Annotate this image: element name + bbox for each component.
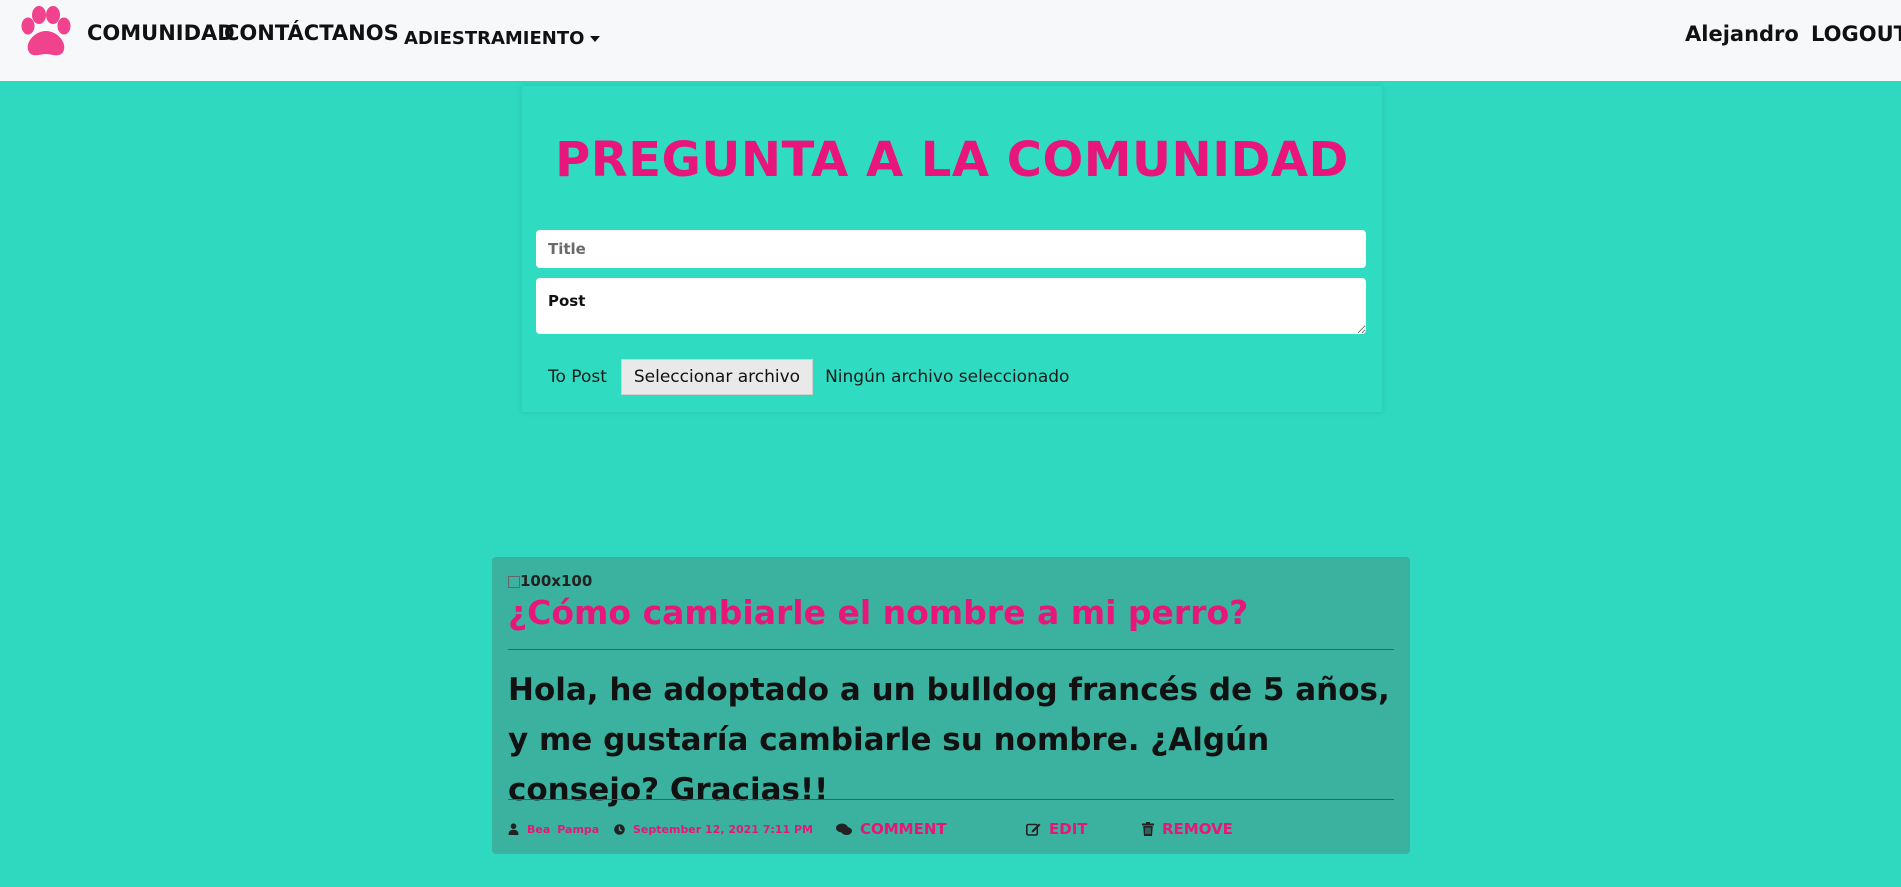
post-body: Hola, he adoptado a un bulldog francés d… [508,672,1390,808]
divider [508,799,1394,800]
file-status: Ningún archivo seleccionado [825,367,1070,387]
divider [508,649,1394,650]
nav-contactanos[interactable]: CONTÁCTANOS [224,21,399,45]
title-input[interactable] [536,230,1366,268]
post-date: September 12, 2021 7:11 PM [614,819,813,839]
form-heading: PREGUNTA A LA COMUNIDAD [555,132,1349,188]
navbar: COMUNIDAD CONTÁCTANOS ADIESTRAMIENTO Ale… [0,0,1901,81]
post-image-alt: 100x100 [520,572,593,590]
clock-icon [614,823,625,835]
post-author: Bea Pampa [508,819,599,839]
comment-button[interactable]: COMMENT [836,819,947,839]
question-form: PREGUNTA A LA COMUNIDAD To Post Seleccio… [522,86,1382,412]
edit-label: EDIT [1049,820,1088,838]
remove-button[interactable]: REMOVE [1142,819,1233,839]
post-date-text: September 12, 2021 7:11 PM [633,822,813,836]
comment-label: COMMENT [860,820,947,838]
user-icon [508,823,519,835]
nav-comunidad[interactable]: COMUNIDAD [87,21,235,45]
trash-icon [1142,822,1154,836]
post-image: 100x100 [508,572,592,590]
post-card: 100x100 ¿Cómo cambiarle el nombre a mi p… [492,557,1410,854]
broken-image-icon [508,575,520,588]
post-title[interactable]: ¿Cómo cambiarle el nombre a mi perro? [508,593,1248,632]
remove-label: REMOVE [1162,820,1233,838]
edit-icon [1026,822,1041,836]
author-first-name: Bea [527,822,551,836]
chevron-down-icon [590,36,601,42]
comments-icon [836,823,852,836]
paw-logo-icon[interactable] [18,4,74,60]
logout-link[interactable]: LOGOUT [1811,22,1901,46]
edit-button[interactable]: EDIT [1026,819,1088,839]
file-upload-row: To Post Seleccionar archivo Ningún archi… [548,359,1069,395]
file-label: To Post [548,367,607,387]
nav-adiestramiento-label: ADIESTRAMIENTO [404,28,585,49]
nav-user[interactable]: Alejandro [1685,22,1799,46]
post-textarea[interactable] [536,278,1366,334]
file-select-button[interactable]: Seleccionar archivo [620,359,814,395]
nav-adiestramiento-dropdown[interactable]: ADIESTRAMIENTO [404,28,601,49]
author-last-name: Pampa [557,822,600,836]
